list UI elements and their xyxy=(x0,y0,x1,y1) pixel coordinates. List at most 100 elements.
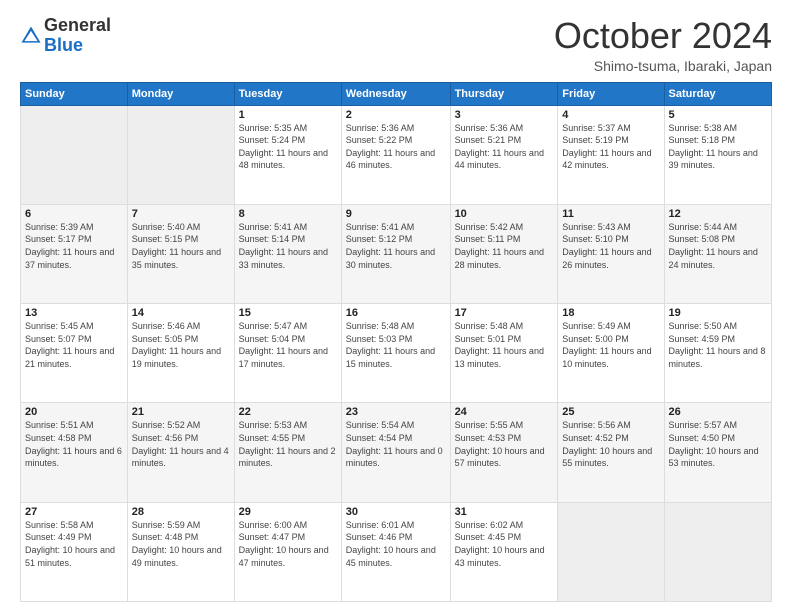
calendar-cell: 25Sunrise: 5:56 AM Sunset: 4:52 PM Dayli… xyxy=(558,403,664,502)
calendar-cell: 31Sunrise: 6:02 AM Sunset: 4:45 PM Dayli… xyxy=(450,502,558,601)
day-number: 14 xyxy=(132,307,230,319)
col-saturday: Saturday xyxy=(664,82,771,105)
day-number: 20 xyxy=(25,406,123,418)
day-info: Sunrise: 5:45 AM Sunset: 5:07 PM Dayligh… xyxy=(25,320,123,370)
day-number: 11 xyxy=(562,208,659,220)
month-title: October 2024 xyxy=(554,16,772,56)
calendar-cell: 11Sunrise: 5:43 AM Sunset: 5:10 PM Dayli… xyxy=(558,204,664,303)
calendar-cell: 27Sunrise: 5:58 AM Sunset: 4:49 PM Dayli… xyxy=(21,502,128,601)
day-number: 9 xyxy=(346,208,446,220)
day-number: 13 xyxy=(25,307,123,319)
calendar-cell: 3Sunrise: 5:36 AM Sunset: 5:21 PM Daylig… xyxy=(450,105,558,204)
logo-blue: Blue xyxy=(44,35,83,55)
day-number: 29 xyxy=(239,506,337,518)
col-wednesday: Wednesday xyxy=(341,82,450,105)
day-info: Sunrise: 5:58 AM Sunset: 4:49 PM Dayligh… xyxy=(25,519,123,569)
day-info: Sunrise: 5:47 AM Sunset: 5:04 PM Dayligh… xyxy=(239,320,337,370)
col-friday: Friday xyxy=(558,82,664,105)
calendar-cell xyxy=(21,105,128,204)
day-number: 27 xyxy=(25,506,123,518)
calendar-header: Sunday Monday Tuesday Wednesday Thursday… xyxy=(21,82,772,105)
day-info: Sunrise: 5:43 AM Sunset: 5:10 PM Dayligh… xyxy=(562,221,659,271)
location: Shimo-tsuma, Ibaraki, Japan xyxy=(554,58,772,74)
day-info: Sunrise: 5:50 AM Sunset: 4:59 PM Dayligh… xyxy=(669,320,767,370)
day-info: Sunrise: 5:51 AM Sunset: 4:58 PM Dayligh… xyxy=(25,419,123,469)
calendar-cell: 17Sunrise: 5:48 AM Sunset: 5:01 PM Dayli… xyxy=(450,304,558,403)
day-number: 8 xyxy=(239,208,337,220)
day-number: 7 xyxy=(132,208,230,220)
day-info: Sunrise: 5:41 AM Sunset: 5:12 PM Dayligh… xyxy=(346,221,446,271)
calendar-cell: 21Sunrise: 5:52 AM Sunset: 4:56 PM Dayli… xyxy=(127,403,234,502)
calendar-cell: 26Sunrise: 5:57 AM Sunset: 4:50 PM Dayli… xyxy=(664,403,771,502)
calendar-cell: 19Sunrise: 5:50 AM Sunset: 4:59 PM Dayli… xyxy=(664,304,771,403)
day-number: 15 xyxy=(239,307,337,319)
day-info: Sunrise: 5:54 AM Sunset: 4:54 PM Dayligh… xyxy=(346,419,446,469)
col-thursday: Thursday xyxy=(450,82,558,105)
day-number: 24 xyxy=(455,406,554,418)
day-info: Sunrise: 5:52 AM Sunset: 4:56 PM Dayligh… xyxy=(132,419,230,469)
calendar-cell: 23Sunrise: 5:54 AM Sunset: 4:54 PM Dayli… xyxy=(341,403,450,502)
day-number: 1 xyxy=(239,109,337,121)
day-number: 22 xyxy=(239,406,337,418)
day-info: Sunrise: 5:36 AM Sunset: 5:22 PM Dayligh… xyxy=(346,122,446,172)
day-info: Sunrise: 5:56 AM Sunset: 4:52 PM Dayligh… xyxy=(562,419,659,469)
day-number: 4 xyxy=(562,109,659,121)
day-info: Sunrise: 5:38 AM Sunset: 5:18 PM Dayligh… xyxy=(669,122,767,172)
day-number: 16 xyxy=(346,307,446,319)
calendar-cell: 7Sunrise: 5:40 AM Sunset: 5:15 PM Daylig… xyxy=(127,204,234,303)
title-block: October 2024 Shimo-tsuma, Ibaraki, Japan xyxy=(554,16,772,74)
calendar-cell: 8Sunrise: 5:41 AM Sunset: 5:14 PM Daylig… xyxy=(234,204,341,303)
week-row: 13Sunrise: 5:45 AM Sunset: 5:07 PM Dayli… xyxy=(21,304,772,403)
col-tuesday: Tuesday xyxy=(234,82,341,105)
calendar-cell: 15Sunrise: 5:47 AM Sunset: 5:04 PM Dayli… xyxy=(234,304,341,403)
calendar-cell: 29Sunrise: 6:00 AM Sunset: 4:47 PM Dayli… xyxy=(234,502,341,601)
day-number: 21 xyxy=(132,406,230,418)
day-number: 18 xyxy=(562,307,659,319)
day-number: 10 xyxy=(455,208,554,220)
col-sunday: Sunday xyxy=(21,82,128,105)
calendar-cell: 2Sunrise: 5:36 AM Sunset: 5:22 PM Daylig… xyxy=(341,105,450,204)
day-number: 6 xyxy=(25,208,123,220)
week-row: 6Sunrise: 5:39 AM Sunset: 5:17 PM Daylig… xyxy=(21,204,772,303)
logo-general: General xyxy=(44,15,111,35)
day-info: Sunrise: 5:55 AM Sunset: 4:53 PM Dayligh… xyxy=(455,419,554,469)
day-number: 30 xyxy=(346,506,446,518)
day-number: 25 xyxy=(562,406,659,418)
day-info: Sunrise: 5:44 AM Sunset: 5:08 PM Dayligh… xyxy=(669,221,767,271)
calendar-cell: 4Sunrise: 5:37 AM Sunset: 5:19 PM Daylig… xyxy=(558,105,664,204)
calendar-cell: 20Sunrise: 5:51 AM Sunset: 4:58 PM Dayli… xyxy=(21,403,128,502)
calendar-body: 1Sunrise: 5:35 AM Sunset: 5:24 PM Daylig… xyxy=(21,105,772,601)
calendar-table: Sunday Monday Tuesday Wednesday Thursday… xyxy=(20,82,772,602)
day-info: Sunrise: 5:57 AM Sunset: 4:50 PM Dayligh… xyxy=(669,419,767,469)
calendar-cell: 1Sunrise: 5:35 AM Sunset: 5:24 PM Daylig… xyxy=(234,105,341,204)
day-number: 12 xyxy=(669,208,767,220)
day-number: 23 xyxy=(346,406,446,418)
day-info: Sunrise: 5:36 AM Sunset: 5:21 PM Dayligh… xyxy=(455,122,554,172)
calendar-cell xyxy=(127,105,234,204)
calendar-cell: 30Sunrise: 6:01 AM Sunset: 4:46 PM Dayli… xyxy=(341,502,450,601)
calendar-cell: 13Sunrise: 5:45 AM Sunset: 5:07 PM Dayli… xyxy=(21,304,128,403)
day-info: Sunrise: 5:35 AM Sunset: 5:24 PM Dayligh… xyxy=(239,122,337,172)
calendar-cell: 9Sunrise: 5:41 AM Sunset: 5:12 PM Daylig… xyxy=(341,204,450,303)
day-number: 26 xyxy=(669,406,767,418)
day-number: 31 xyxy=(455,506,554,518)
generalblue-icon xyxy=(20,25,42,47)
day-info: Sunrise: 5:41 AM Sunset: 5:14 PM Dayligh… xyxy=(239,221,337,271)
day-info: Sunrise: 5:39 AM Sunset: 5:17 PM Dayligh… xyxy=(25,221,123,271)
day-info: Sunrise: 6:01 AM Sunset: 4:46 PM Dayligh… xyxy=(346,519,446,569)
calendar-cell: 6Sunrise: 5:39 AM Sunset: 5:17 PM Daylig… xyxy=(21,204,128,303)
logo-text: General Blue xyxy=(44,16,111,56)
day-number: 19 xyxy=(669,307,767,319)
day-number: 5 xyxy=(669,109,767,121)
day-info: Sunrise: 5:53 AM Sunset: 4:55 PM Dayligh… xyxy=(239,419,337,469)
calendar-cell: 16Sunrise: 5:48 AM Sunset: 5:03 PM Dayli… xyxy=(341,304,450,403)
calendar-cell: 28Sunrise: 5:59 AM Sunset: 4:48 PM Dayli… xyxy=(127,502,234,601)
col-monday: Monday xyxy=(127,82,234,105)
calendar-cell: 14Sunrise: 5:46 AM Sunset: 5:05 PM Dayli… xyxy=(127,304,234,403)
day-number: 3 xyxy=(455,109,554,121)
calendar-cell xyxy=(664,502,771,601)
week-row: 1Sunrise: 5:35 AM Sunset: 5:24 PM Daylig… xyxy=(21,105,772,204)
calendar-cell xyxy=(558,502,664,601)
calendar-cell: 18Sunrise: 5:49 AM Sunset: 5:00 PM Dayli… xyxy=(558,304,664,403)
calendar-cell: 12Sunrise: 5:44 AM Sunset: 5:08 PM Dayli… xyxy=(664,204,771,303)
